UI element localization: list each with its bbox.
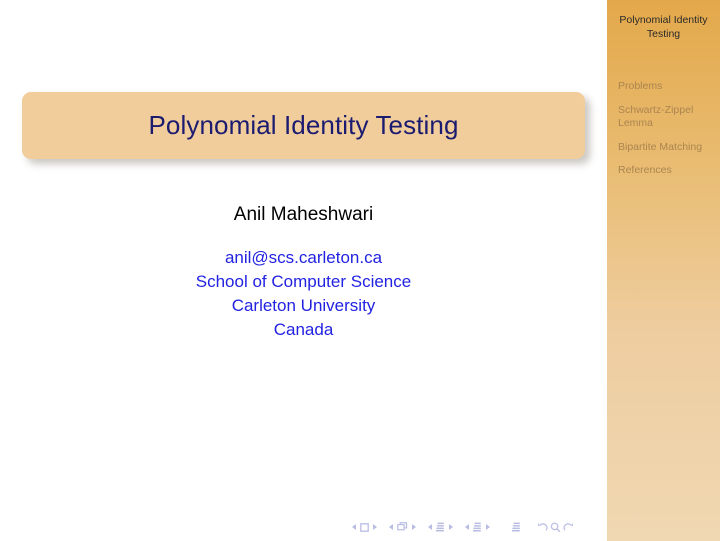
title-banner-box: Polynomial Identity Testing [22,92,585,159]
forward-arrow-icon[interactable] [563,522,574,533]
sidebar: Polynomial Identity Testing Problems Sch… [607,0,720,541]
prev-slide-icon[interactable] [352,524,356,530]
sidebar-title: Polynomial Identity Testing [619,14,708,40]
contact-university: Carleton University [231,296,376,315]
magnifier-icon[interactable] [550,522,561,533]
prev-frame-icon[interactable] [389,524,393,530]
sidebar-item-schwartz-zippel-lemma[interactable]: Schwartz-Zippel Lemma [618,104,720,131]
page-title: Polynomial Identity Testing [148,110,459,140]
title-banner: Polynomial Identity Testing [22,92,590,164]
nav-group-section [465,522,490,532]
section-icon[interactable] [473,522,482,532]
next-slide-icon[interactable] [373,524,377,530]
back-arrow-icon[interactable] [537,522,548,533]
slide-icon[interactable] [360,522,369,532]
next-subsection-icon[interactable] [449,524,453,530]
contact-block: anil@scs.carleton.ca School of Computer … [0,246,607,342]
document-icon[interactable] [512,522,521,532]
nav-group-subsection [428,522,453,532]
author-block: Anil Maheshwari [0,203,607,227]
nav-tools [537,522,574,533]
sidebar-nav: Problems Schwartz-Zippel Lemma Bipartite… [618,80,720,188]
contact-school: School of Computer Science [195,272,412,291]
presentation-slide: Polynomial Identity Testing Anil Maheshw… [0,0,720,541]
author-name: Anil Maheshwari [233,204,374,225]
nav-group-frame [389,522,416,532]
sidebar-item-references[interactable]: References [618,164,720,178]
contact-country: Canada [273,320,334,339]
sidebar-item-bipartite-matching[interactable]: Bipartite Matching [618,141,720,155]
contact-email[interactable]: anil@scs.carleton.ca [0,246,607,270]
next-frame-icon[interactable] [412,524,416,530]
sidebar-item-problems[interactable]: Problems [618,80,720,94]
beamer-navigation-bar[interactable] [352,519,574,535]
next-section-icon[interactable] [486,524,490,530]
prev-subsection-icon[interactable] [428,524,432,530]
nav-group-slide [352,522,377,532]
prev-section-icon[interactable] [465,524,469,530]
frame-icon[interactable] [397,522,408,532]
subsection-icon[interactable] [436,522,445,532]
